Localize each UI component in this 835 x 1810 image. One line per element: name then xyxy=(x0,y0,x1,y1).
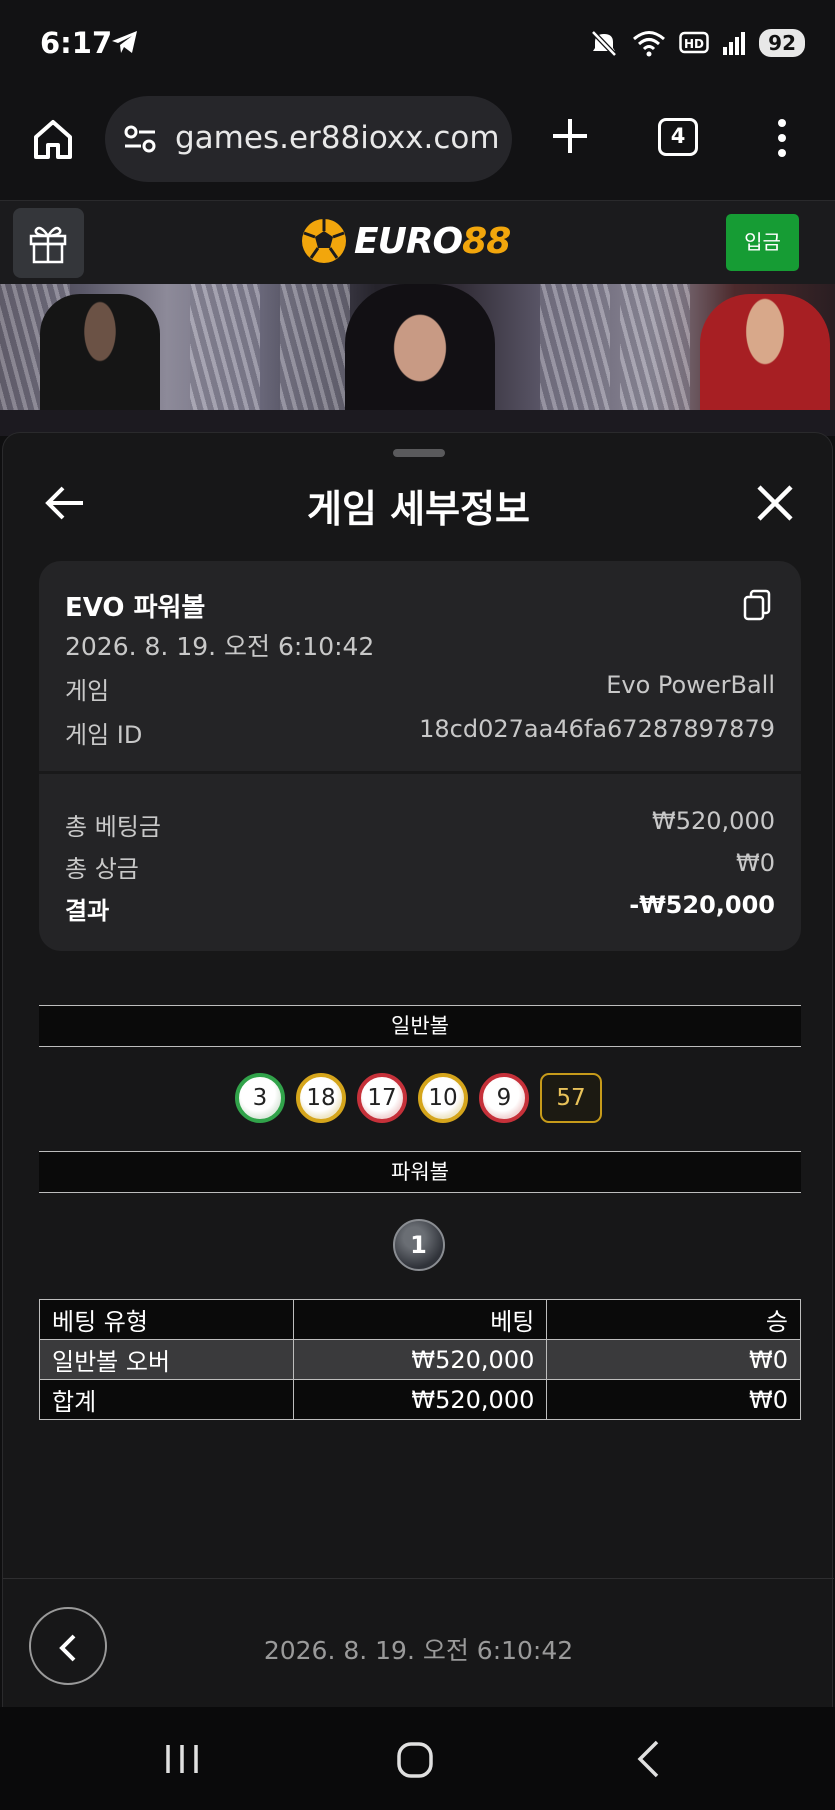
deposit-button[interactable]: 입금 xyxy=(726,214,799,271)
nav-home-icon[interactable] xyxy=(396,1741,434,1779)
win-header: 승 xyxy=(546,1299,801,1340)
site-logo[interactable]: EURO88 xyxy=(300,213,511,269)
status-icons: HD 92 xyxy=(589,26,805,60)
system-navigation-bar xyxy=(0,1707,835,1810)
win-cell: ₩0 xyxy=(546,1339,801,1380)
battery-icon: 92 xyxy=(759,29,805,57)
ball-3: 17 xyxy=(357,1073,407,1123)
power-ball-header: 파워볼 xyxy=(39,1151,801,1193)
nav-back-icon[interactable] xyxy=(635,1739,661,1779)
game-info-card: EVO 파워볼 2026. 8. 19. 오전 6:10:42 게임 Evo P… xyxy=(39,561,801,951)
sheet-drag-handle[interactable] xyxy=(393,449,445,457)
game-details-sheet: 게임 세부정보 EVO 파워볼 2026. 8. 19. 오전 6:10:42 … xyxy=(2,432,834,1708)
new-tab-icon[interactable] xyxy=(550,116,590,156)
status-bar: 6:17 HD 92 xyxy=(0,0,835,90)
ball-1: 3 xyxy=(235,1073,285,1123)
game-id-label: 게임 ID xyxy=(65,721,143,749)
ball-4: 10 xyxy=(418,1073,468,1123)
sheet-footer: 2026. 8. 19. 오전 6:10:42 xyxy=(3,1578,834,1708)
gift-icon xyxy=(29,226,67,264)
site-settings-icon[interactable] xyxy=(123,124,157,154)
bet-amount-cell: ₩520,000 xyxy=(292,1339,548,1380)
site-header: EURO88 입금 xyxy=(0,200,835,284)
game-title: EVO 파워볼 xyxy=(65,593,206,623)
total-prize-label: 총 상금 xyxy=(65,855,139,883)
address-bar[interactable]: games.er88ioxx.com xyxy=(105,96,512,182)
total-bet-value: ₩520,000 xyxy=(652,807,775,835)
logo-text-88: 88 xyxy=(462,220,511,262)
mute-icon xyxy=(591,30,617,57)
game-id-value: 18cd027aa46fa67287897879 xyxy=(419,715,775,743)
table-row: 일반볼 오버 ₩520,000 ₩0 xyxy=(39,1339,801,1380)
home-icon[interactable] xyxy=(30,116,76,162)
game-datetime: 2026. 8. 19. 오전 6:10:42 xyxy=(65,632,375,661)
url-text[interactable]: games.er88ioxx.com xyxy=(175,120,500,156)
logo-text-euro: EURO xyxy=(354,220,463,262)
table-row: 합계 ₩520,000 ₩0 xyxy=(39,1379,801,1420)
game-label: 게임 xyxy=(65,677,110,705)
svg-text:HD: HD xyxy=(684,37,704,51)
bet-type-header: 베팅 유형 xyxy=(39,1299,294,1340)
normal-ball-header: 일반볼 xyxy=(39,1005,801,1047)
game-value: Evo PowerBall xyxy=(606,671,775,699)
tab-switcher-button[interactable]: 4 xyxy=(658,118,698,156)
menu-icon[interactable] xyxy=(772,118,792,158)
normal-balls-row: 3 18 17 10 9 57 xyxy=(3,1073,834,1123)
bet-amount-header: 베팅 xyxy=(292,1299,548,1340)
sheet-title: 게임 세부정보 xyxy=(307,487,530,531)
live-video-stream xyxy=(0,284,835,436)
total-prize-value: ₩0 xyxy=(736,849,775,877)
browser-toolbar: games.er88ioxx.com 4 xyxy=(0,90,835,200)
total-win-cell: ₩0 xyxy=(546,1379,801,1420)
status-time: 6:17 xyxy=(40,26,113,60)
telegram-icon xyxy=(112,31,137,53)
ball-sum: 57 xyxy=(540,1073,602,1123)
ball-2: 18 xyxy=(296,1073,346,1123)
footer-datetime: 2026. 8. 19. 오전 6:10:42 xyxy=(263,1636,574,1665)
copy-icon[interactable] xyxy=(743,589,771,621)
gift-button[interactable] xyxy=(13,208,84,278)
ball-5: 9 xyxy=(479,1073,529,1123)
wifi-icon xyxy=(633,31,666,57)
recent-apps-icon[interactable] xyxy=(164,1741,200,1777)
hd-icon: HD xyxy=(679,31,709,54)
total-bet-label: 총 베팅금 xyxy=(65,813,161,841)
result-value: -₩520,000 xyxy=(629,891,775,919)
bet-table: 베팅 유형 베팅 승 일반볼 오버 ₩520,000 ₩0 합계 ₩520,00… xyxy=(39,1299,801,1420)
close-icon[interactable] xyxy=(755,483,795,523)
signal-icon xyxy=(723,32,746,55)
total-label-cell: 합계 xyxy=(39,1379,294,1420)
power-ball: 1 xyxy=(392,1219,445,1271)
soccer-ball-icon xyxy=(302,219,346,263)
result-label: 결과 xyxy=(65,897,110,925)
power-ball-row: 1 xyxy=(3,1219,834,1271)
bet-type-cell: 일반볼 오버 xyxy=(39,1339,294,1380)
total-bet-cell: ₩520,000 xyxy=(292,1379,548,1420)
